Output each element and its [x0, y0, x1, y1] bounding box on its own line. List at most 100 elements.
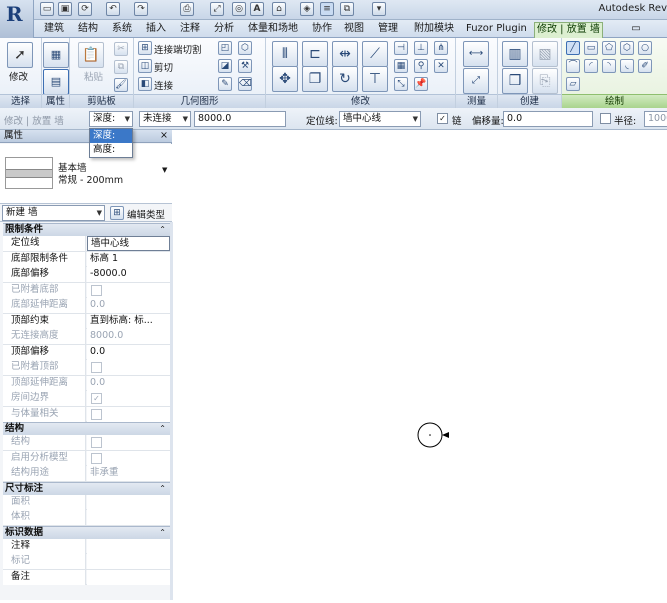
- match-properties-icon[interactable]: 🖌: [114, 78, 128, 92]
- demolish-icon[interactable]: ⚒: [238, 59, 252, 73]
- property-value[interactable]: [87, 569, 170, 585]
- cut-geometry-label[interactable]: 剪切: [154, 60, 173, 74]
- customize-icon[interactable]: ▾: [372, 2, 386, 16]
- create-parts-icon[interactable]: ▧: [532, 41, 558, 67]
- split-icon[interactable]: ⊣: [394, 41, 408, 55]
- fillet-arc-icon[interactable]: ◟: [620, 59, 634, 73]
- trim-multiple-icon[interactable]: ⊥: [414, 41, 428, 55]
- collapse-icon[interactable]: ⌃: [159, 483, 166, 495]
- modify-button-label[interactable]: 修改: [9, 69, 28, 83]
- paint-icon[interactable]: ✎: [218, 77, 232, 91]
- mirror-axis-icon[interactable]: ⇹: [332, 41, 358, 67]
- join-cut-icon[interactable]: ⊞: [138, 41, 152, 55]
- dropdown-option-depth[interactable]: 深度:: [90, 129, 132, 143]
- unpin-icon[interactable]: ⚲: [414, 59, 428, 73]
- property-group-header[interactable]: 结构 ⌃: [3, 422, 170, 435]
- property-group-header[interactable]: 标识数据 ⌃: [3, 525, 170, 539]
- split-gap-icon[interactable]: ⋔: [434, 41, 448, 55]
- property-group-header[interactable]: 尺寸标注 ⌃: [3, 481, 170, 495]
- sync-icon[interactable]: ⟳: [78, 2, 92, 16]
- inscribed-polygon-icon[interactable]: ⬠: [602, 41, 616, 55]
- start-end-arc-icon[interactable]: ⌒: [566, 59, 580, 73]
- edit-type-icon[interactable]: ⊞: [110, 206, 124, 220]
- save-icon[interactable]: ▣: [58, 2, 72, 16]
- join-geometry-label[interactable]: 连接: [154, 78, 173, 92]
- pick-lines-icon[interactable]: ✐: [638, 59, 652, 73]
- offset-icon[interactable]: ⊏: [302, 41, 328, 67]
- split-face-icon[interactable]: ◪: [218, 59, 232, 73]
- delete-icon[interactable]: ✕: [434, 59, 448, 73]
- modify-cursor-icon[interactable]: ➚: [7, 42, 33, 68]
- pin-icon[interactable]: 📌: [414, 77, 428, 91]
- center-end-arc-icon[interactable]: ◜: [584, 59, 598, 73]
- edit-type-button[interactable]: 编辑类型: [127, 207, 165, 221]
- collapse-icon[interactable]: ⌃: [159, 527, 166, 539]
- tab-analyze[interactable]: 分析: [212, 22, 236, 37]
- rotate-icon[interactable]: ↻: [332, 66, 358, 92]
- properties-icon[interactable]: ▦: [43, 42, 69, 68]
- unconnected-combo[interactable]: 未连接 ▼: [139, 111, 191, 127]
- height-input[interactable]: 8000.0: [194, 111, 286, 127]
- copy-icon[interactable]: ⧉: [114, 60, 128, 74]
- tangent-arc-icon[interactable]: ◝: [602, 59, 616, 73]
- instance-filter-combo[interactable]: 新建 墙 ▼: [2, 205, 105, 221]
- remove-paint-icon[interactable]: ⌫: [238, 77, 252, 91]
- wall-joins-icon[interactable]: ⬡: [238, 41, 252, 55]
- mirror-draw-icon[interactable]: ⟋: [362, 41, 388, 67]
- property-value[interactable]: -8000.0: [87, 267, 170, 282]
- tab-insert[interactable]: 插入: [144, 22, 168, 37]
- section-icon[interactable]: ◈: [300, 2, 314, 16]
- pick-faces-icon[interactable]: ▱: [566, 77, 580, 91]
- dropdown-option-height[interactable]: 高度:: [90, 143, 132, 157]
- type-selector[interactable]: 基本墙 常规 - 200mm ▼: [0, 144, 172, 204]
- close-icon[interactable]: ×: [160, 130, 168, 142]
- switch-windows-icon[interactable]: ⧉: [340, 2, 354, 16]
- chain-checkbox[interactable]: ✓: [437, 113, 448, 124]
- 3d-view-icon[interactable]: ⌂: [272, 2, 286, 16]
- tab-manage[interactable]: 管理: [376, 22, 400, 37]
- tab-massing-site[interactable]: 体量和场地: [246, 22, 300, 37]
- print-icon[interactable]: ⎙: [180, 2, 194, 16]
- tab-modify-place-wall[interactable]: 修改 | 放置 墙: [534, 22, 603, 38]
- application-menu-button[interactable]: R: [0, 0, 34, 38]
- tab-view[interactable]: 视图: [342, 22, 366, 37]
- create-similar-icon[interactable]: ⎘: [532, 68, 558, 94]
- join-cut-label[interactable]: 连接端切割: [154, 42, 202, 56]
- tab-systems[interactable]: 系统: [110, 22, 134, 37]
- location-line-combo[interactable]: 墙中心线 ▼: [339, 111, 421, 127]
- chevron-down-icon[interactable]: ▼: [162, 166, 167, 174]
- offset-input[interactable]: 0.0: [503, 111, 593, 127]
- tab-annotate[interactable]: 注释: [178, 22, 202, 37]
- tab-architecture[interactable]: 建筑: [42, 22, 66, 37]
- line-icon[interactable]: ╱: [566, 41, 580, 55]
- property-value[interactable]: 标高 1: [87, 251, 170, 267]
- property-value[interactable]: [87, 538, 170, 554]
- circumscribed-polygon-icon[interactable]: ⬡: [620, 41, 634, 55]
- array-icon[interactable]: ▦: [394, 59, 408, 73]
- create-assembly-icon[interactable]: ▥: [502, 41, 528, 67]
- paste-icon[interactable]: 📋: [78, 42, 104, 68]
- rectangle-icon[interactable]: ▭: [584, 41, 598, 55]
- circle-icon[interactable]: ○: [638, 41, 652, 55]
- measure-icon[interactable]: ⤢: [210, 2, 224, 16]
- cut-geometry-icon[interactable]: ◫: [138, 59, 152, 73]
- property-value[interactable]: 墙中心线: [87, 236, 170, 251]
- collapse-icon[interactable]: ⌃: [159, 224, 166, 236]
- measure-distance-icon[interactable]: ⟷: [463, 41, 489, 67]
- type-properties-icon[interactable]: ▤: [43, 69, 69, 95]
- open-icon[interactable]: ▭: [40, 2, 54, 16]
- text-icon[interactable]: A: [250, 2, 264, 16]
- cut-clipboard-icon[interactable]: ✂: [114, 42, 128, 56]
- property-value[interactable]: 0.0: [87, 344, 170, 360]
- property-value[interactable]: 直到标高: 标...: [87, 313, 170, 329]
- align-icon[interactable]: ⫴: [272, 41, 298, 67]
- radius-input[interactable]: 1000: [644, 111, 667, 127]
- collapse-icon[interactable]: ⌃: [159, 423, 166, 435]
- join-geometry-icon[interactable]: ◧: [138, 77, 152, 91]
- trim-extend-icon[interactable]: ⊤: [362, 66, 388, 92]
- tab-structure[interactable]: 结构: [76, 22, 100, 37]
- tag-icon[interactable]: ◎: [232, 2, 246, 16]
- undo-icon[interactable]: ↶: [106, 2, 120, 16]
- depth-height-combo[interactable]: 深度: ▼: [89, 111, 133, 127]
- radius-checkbox[interactable]: [600, 113, 611, 124]
